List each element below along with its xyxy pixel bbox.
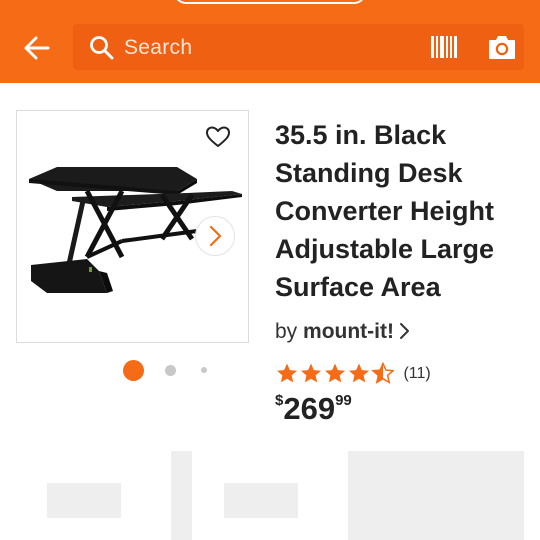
pagination-dot[interactable] <box>201 367 207 373</box>
price-dollars: 269 <box>283 391 336 426</box>
loading-placeholder <box>47 483 121 518</box>
camera-icon[interactable] <box>487 33 517 61</box>
star-half-icon <box>372 362 394 384</box>
star-full-icon <box>325 363 345 383</box>
gallery-next-button[interactable] <box>195 216 235 256</box>
chevron-right-icon <box>399 323 409 339</box>
pagination-dot[interactable] <box>165 365 176 376</box>
brand-link[interactable]: by mount-it! <box>275 320 411 344</box>
chevron-right-icon <box>209 225 222 247</box>
price-cents: 99 <box>335 392 352 409</box>
gallery-pagination <box>0 358 265 382</box>
review-count: (11) <box>403 365 431 382</box>
star-full-icon <box>301 363 321 383</box>
product-rating[interactable]: (11) <box>276 362 431 386</box>
brand-prefix: by <box>275 320 304 343</box>
star-full-icon <box>277 363 297 383</box>
barcode-scan-icon[interactable] <box>431 36 457 58</box>
star-rating-icon <box>277 362 394 384</box>
star-full-icon <box>349 363 369 383</box>
brand-name: mount-it! <box>303 320 394 343</box>
back-arrow-icon[interactable] <box>22 33 52 63</box>
pagination-dot-active[interactable] <box>123 360 144 381</box>
product-title: 35.5 in. Black Standing Desk Converter H… <box>275 120 495 302</box>
product-price: $26999 <box>275 391 352 427</box>
search-icon <box>90 36 114 60</box>
loading-placeholder <box>171 451 192 540</box>
header-pill-button[interactable] <box>174 0 366 4</box>
loading-placeholder <box>224 483 298 518</box>
search-placeholder: Search <box>124 36 193 59</box>
search-input[interactable]: Search <box>73 24 524 70</box>
product-image-card[interactable] <box>16 110 249 343</box>
app-header: Search <box>0 0 540 83</box>
loading-placeholder <box>348 451 524 540</box>
heart-icon[interactable] <box>205 125 231 149</box>
